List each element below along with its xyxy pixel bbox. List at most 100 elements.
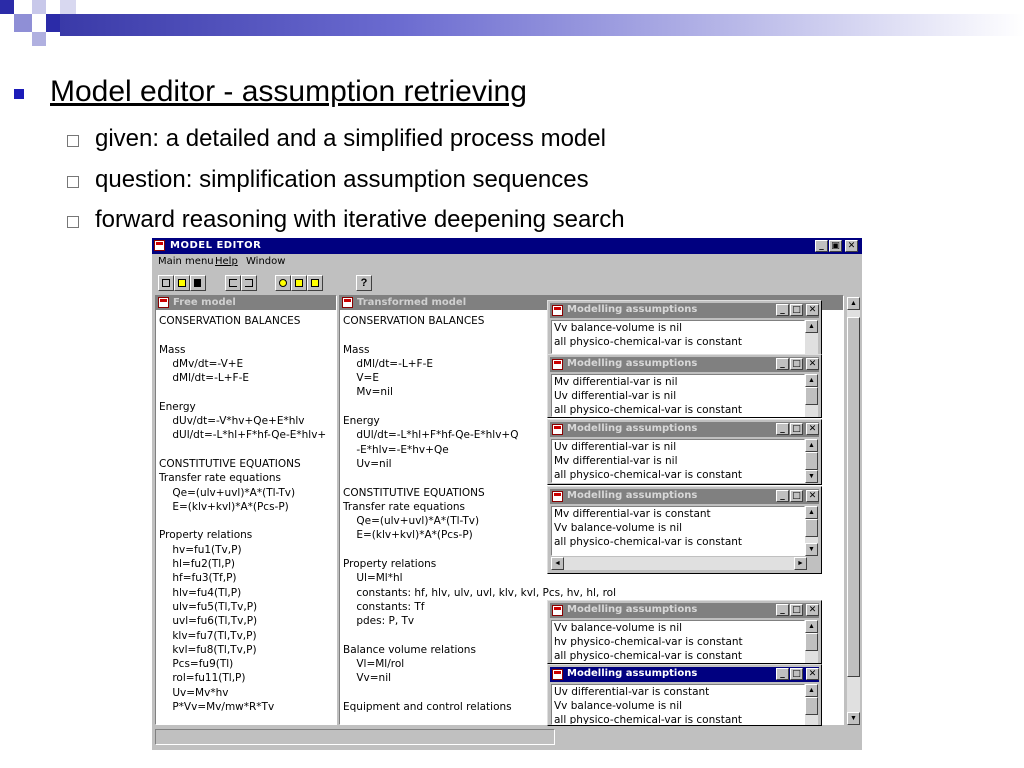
assumption-item[interactable]: all physico-chemical-var is constant — [554, 469, 742, 481]
assumption-item[interactable]: all physico-chemical-var is constant — [554, 336, 742, 348]
assumptions-list[interactable]: Mv differential-var is nil Uv differenti… — [551, 374, 805, 417]
vertical-scrollbar[interactable]: ▲ ▼ — [805, 439, 818, 483]
model-line[interactable]: Mass — [159, 343, 326, 357]
assumption-item[interactable]: all physico-chemical-var is constant — [554, 404, 742, 416]
model-line[interactable] — [159, 385, 326, 399]
model-line[interactable]: hf=fu3(Tf,P) — [159, 571, 326, 585]
model-line[interactable]: kvl=fu8(Tl,Tv,P) — [159, 643, 326, 657]
close-button[interactable]: ✕ — [806, 358, 819, 370]
main-vertical-scrollbar[interactable]: ▲ ▼ — [847, 297, 860, 725]
assumption-item[interactable]: Vv balance-volume is nil — [554, 322, 682, 334]
model-line[interactable]: Qe=(ulv+uvl)*A*(Tl-Tv) — [159, 486, 326, 500]
model-line[interactable]: klv=fu7(Tl,Tv,P) — [159, 629, 326, 643]
assumption-item[interactable]: all physico-chemical-var is constant — [554, 714, 742, 724]
model-line[interactable]: dUl/dt=-L*hl+F*hf-Qe-E*hlv+ — [159, 428, 326, 442]
assumptions-titlebar[interactable]: Modelling assumptions _ □ ✕ — [550, 603, 819, 618]
assumption-item[interactable]: all physico-chemical-var is constant — [554, 536, 742, 548]
assumption-item[interactable]: Vv balance-volume is nil — [554, 700, 682, 712]
app-titlebar[interactable]: MODEL EDITOR _ ▣ ✕ — [152, 238, 862, 254]
scroll-thumb[interactable] — [805, 519, 818, 537]
scroll-up-arrow[interactable]: ▲ — [805, 439, 818, 452]
assumption-item[interactable]: all physico-chemical-var is constant — [554, 650, 742, 662]
scroll-thumb[interactable] — [847, 317, 860, 677]
assumption-item[interactable]: Uv differential-var is constant — [554, 686, 709, 698]
assumption-item[interactable]: Uv differential-var is nil — [554, 441, 676, 453]
cut-icon[interactable] — [275, 275, 291, 291]
model-line[interactable]: dMv/dt=-V+E — [159, 357, 326, 371]
assumptions-list[interactable]: Uv differential-var is constant Vv balan… — [551, 684, 805, 725]
scroll-thumb[interactable] — [805, 633, 818, 651]
minimize-button[interactable]: _ — [776, 604, 789, 616]
paste-icon[interactable] — [307, 275, 323, 291]
vertical-scrollbar[interactable]: ▲ — [805, 620, 818, 663]
menu-help[interactable]: Help — [215, 256, 238, 267]
copy-icon[interactable] — [291, 275, 307, 291]
assumptions-list[interactable]: Vv balance-volume is nil all physico-che… — [551, 320, 805, 354]
maximize-button[interactable]: □ — [790, 604, 803, 616]
model-line[interactable] — [159, 514, 326, 528]
model-line[interactable]: Energy — [159, 400, 326, 414]
scroll-up-arrow[interactable]: ▲ — [805, 506, 818, 519]
scroll-up-arrow[interactable]: ▲ — [805, 320, 818, 333]
scroll-up-arrow[interactable]: ▲ — [805, 684, 818, 697]
scroll-left-arrow[interactable]: ◄ — [551, 557, 564, 570]
model-line[interactable]: hl=fu2(Tl,P) — [159, 557, 326, 571]
scroll-down-arrow[interactable]: ▼ — [847, 712, 860, 725]
model-line[interactable]: dMl/dt=-L+F-E — [159, 371, 326, 385]
minimize-button[interactable]: _ — [815, 240, 828, 252]
maximize-button[interactable]: □ — [790, 490, 803, 502]
undo-icon[interactable] — [225, 275, 241, 291]
scroll-up-arrow[interactable]: ▲ — [847, 297, 860, 310]
redo-icon[interactable] — [241, 275, 257, 291]
scroll-down-arrow[interactable]: ▼ — [805, 470, 818, 483]
save-icon[interactable] — [190, 275, 206, 291]
model-line[interactable]: P*Vv=Mv/mw*R*Tv — [159, 700, 326, 714]
minimize-button[interactable]: _ — [776, 668, 789, 680]
model-line[interactable] — [159, 328, 326, 342]
menu-window[interactable]: Window — [246, 256, 285, 267]
model-line[interactable]: Transfer rate equations — [159, 471, 326, 485]
scroll-right-arrow[interactable]: ► — [794, 557, 807, 570]
free-model-text[interactable]: CONSERVATION BALANCES Mass dMv/dt=-V+E d… — [159, 314, 326, 714]
maximize-button[interactable]: □ — [790, 304, 803, 316]
open-icon[interactable] — [174, 275, 190, 291]
restore-button[interactable]: ▣ — [829, 240, 842, 252]
maximize-button[interactable]: □ — [790, 423, 803, 435]
assumption-item[interactable]: Vv balance-volume is nil — [554, 622, 682, 634]
assumption-item[interactable]: Mv differential-var is nil — [554, 376, 678, 388]
model-line[interactable]: uvl=fu6(Tl,Tv,P) — [159, 614, 326, 628]
assumption-item[interactable]: Vv balance-volume is nil — [554, 522, 682, 534]
assumptions-list[interactable]: Uv differential-var is nil Mv differenti… — [551, 439, 805, 483]
assumption-item[interactable]: Mv differential-var is nil — [554, 455, 678, 467]
scroll-thumb[interactable] — [805, 697, 818, 715]
close-button[interactable]: ✕ — [806, 490, 819, 502]
vertical-scrollbar[interactable]: ▲ — [805, 374, 818, 417]
close-button[interactable]: ✕ — [806, 423, 819, 435]
minimize-button[interactable]: _ — [776, 304, 789, 316]
help-icon[interactable]: ? — [356, 275, 372, 291]
new-icon[interactable] — [158, 275, 174, 291]
model-line[interactable]: E=(klv+kvl)*A*(Pcs-P) — [159, 500, 326, 514]
assumptions-titlebar[interactable]: Modelling assumptions _ □ ✕ — [550, 489, 819, 504]
horizontal-scrollbar[interactable]: ◄ ► — [551, 557, 807, 570]
model-line[interactable]: dUv/dt=-V*hv+Qe+E*hlv — [159, 414, 326, 428]
scroll-down-arrow[interactable]: ▼ — [805, 543, 818, 556]
model-line[interactable]: CONSTITUTIVE EQUATIONS — [159, 457, 326, 471]
model-line[interactable]: ulv=fu5(Tl,Tv,P) — [159, 600, 326, 614]
model-line[interactable]: CONSERVATION BALANCES — [159, 314, 326, 328]
close-button[interactable]: ✕ — [806, 604, 819, 616]
assumptions-list[interactable]: Mv differential-var is constant Vv balan… — [551, 506, 805, 556]
vertical-scrollbar[interactable]: ▲ ▼ — [805, 506, 818, 556]
model-line[interactable]: hv=fu1(Tv,P) — [159, 543, 326, 557]
assumptions-titlebar[interactable]: Modelling assumptions _ □ ✕ — [550, 303, 819, 318]
scroll-up-arrow[interactable]: ▲ — [805, 620, 818, 633]
minimize-button[interactable]: _ — [776, 358, 789, 370]
model-line[interactable]: constants: hf, hlv, ulv, uvl, klv, kvl, … — [343, 586, 616, 600]
vertical-scrollbar[interactable]: ▲ — [805, 684, 818, 725]
close-button[interactable]: ✕ — [806, 304, 819, 316]
scroll-thumb[interactable] — [805, 387, 818, 405]
free-model-titlebar[interactable]: Free model — [156, 296, 336, 310]
model-line[interactable]: rol=fu11(Tl,P) — [159, 671, 326, 685]
model-line[interactable]: hlv=fu4(Tl,P) — [159, 586, 326, 600]
scroll-up-arrow[interactable]: ▲ — [805, 374, 818, 387]
